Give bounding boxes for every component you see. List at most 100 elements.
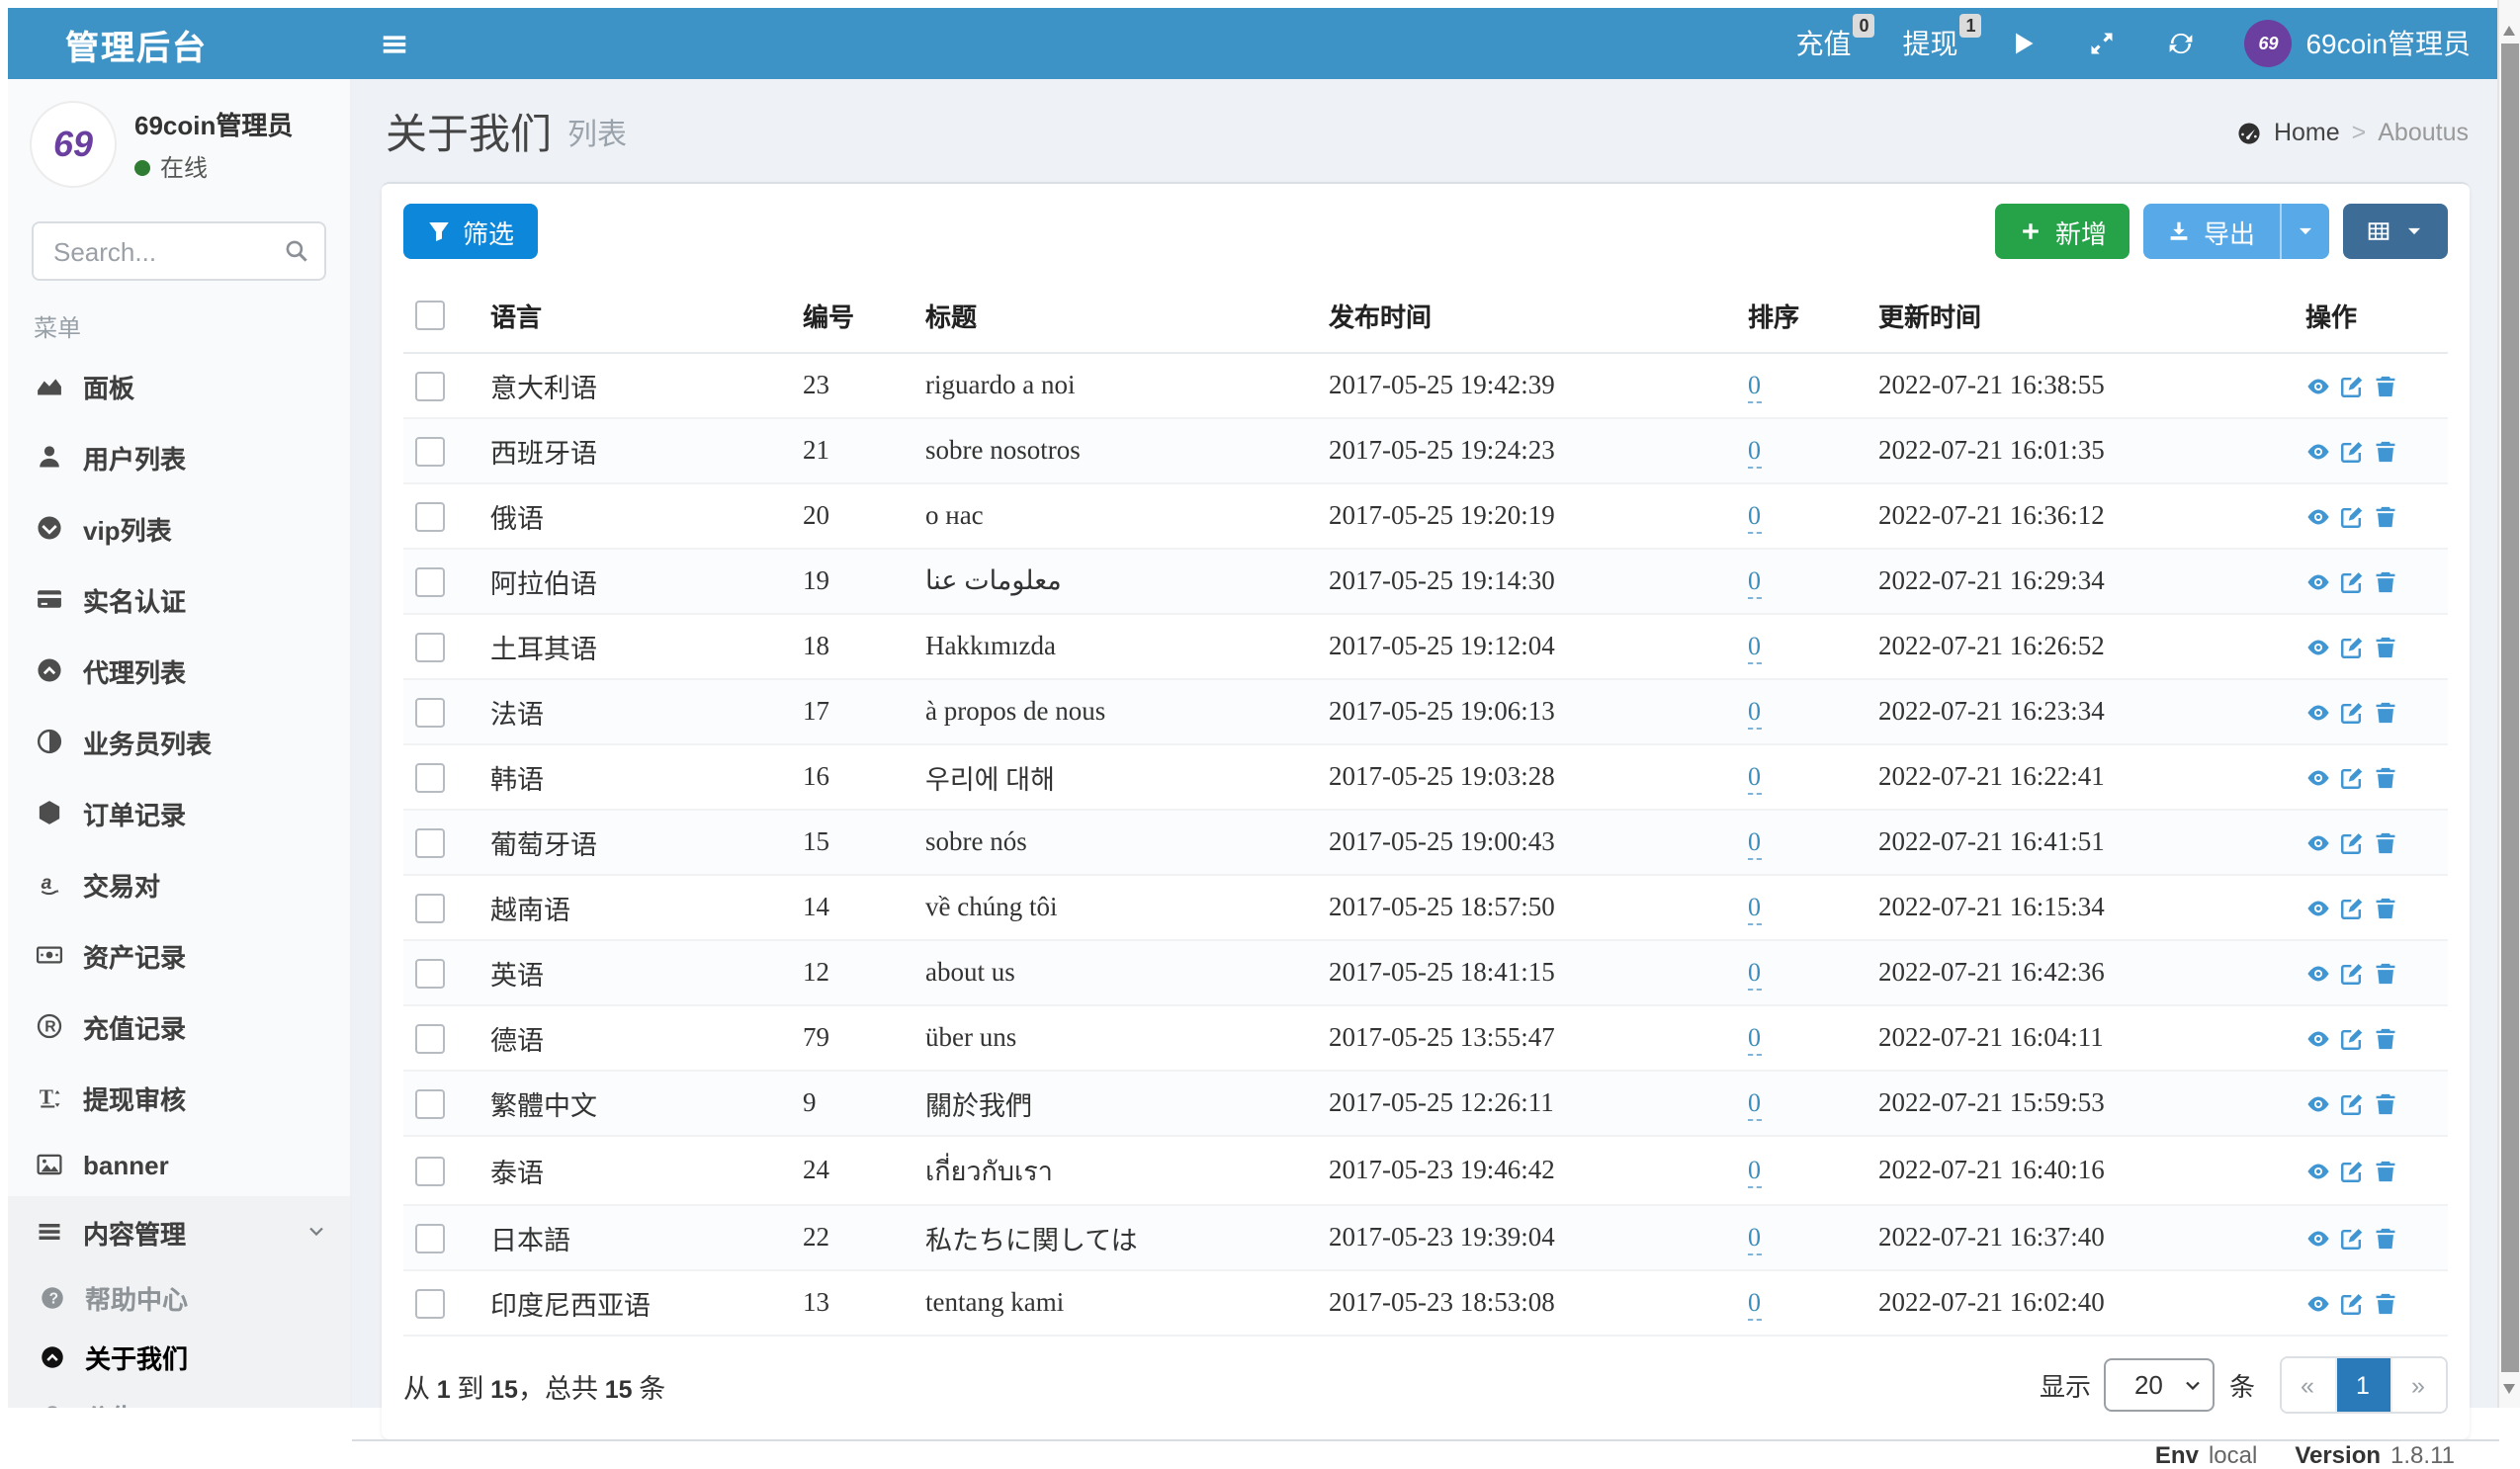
edit-button[interactable] (2339, 634, 2365, 659)
view-button[interactable] (2305, 895, 2331, 920)
delete-button[interactable] (2373, 1025, 2398, 1051)
row-checkbox[interactable] (415, 827, 445, 857)
delete-button[interactable] (2373, 503, 2398, 529)
filter-button[interactable]: 筛选 (403, 204, 539, 259)
sidebar-item-用户列表[interactable]: 用户列表 (8, 421, 350, 492)
play-button[interactable] (1983, 8, 2062, 79)
row-checkbox[interactable] (415, 1088, 445, 1118)
row-checkbox[interactable] (415, 1023, 445, 1053)
sidebar-item-内容管理[interactable]: 内容管理 (8, 1196, 350, 1267)
view-button[interactable] (2305, 829, 2331, 855)
delete-button[interactable] (2373, 438, 2398, 464)
view-button[interactable] (2305, 373, 2331, 398)
delete-button[interactable] (2373, 1090, 2398, 1116)
row-checkbox[interactable] (415, 566, 445, 596)
sidebar-item-订单记录[interactable]: 订单记录 (8, 777, 350, 848)
view-button[interactable] (2305, 699, 2331, 725)
row-checkbox[interactable] (415, 632, 445, 661)
view-button[interactable] (2305, 503, 2331, 529)
row-checkbox[interactable] (415, 762, 445, 792)
withdraw-menu-item[interactable]: 提现 1 (1876, 8, 1983, 79)
sort-value-link[interactable]: 0 (1748, 1087, 1761, 1121)
sidebar-item-banner[interactable]: banner (8, 1133, 350, 1196)
sort-value-link[interactable]: 0 (1748, 1222, 1761, 1255)
edit-button[interactable] (2339, 1025, 2365, 1051)
refresh-button[interactable] (2141, 8, 2220, 79)
sort-value-link[interactable]: 0 (1748, 500, 1761, 534)
fullscreen-button[interactable] (2062, 8, 2141, 79)
delete-button[interactable] (2373, 960, 2398, 986)
view-button[interactable] (2305, 1290, 2331, 1316)
sidebar-toggle-button[interactable] (352, 8, 435, 79)
pager-prev-button[interactable]: « (2281, 1358, 2336, 1412)
sort-value-link[interactable]: 0 (1748, 1287, 1761, 1321)
sort-value-link[interactable]: 0 (1748, 1022, 1761, 1056)
view-button[interactable] (2305, 568, 2331, 594)
columns-dropdown-button[interactable] (2342, 204, 2447, 259)
view-button[interactable] (2305, 634, 2331, 659)
pager-next-button[interactable]: » (2391, 1358, 2445, 1412)
view-button[interactable] (2305, 1158, 2331, 1183)
sort-value-link[interactable]: 0 (1748, 892, 1761, 925)
sidebar-item-关于我们[interactable]: 关于我们 (8, 1327, 350, 1386)
row-checkbox[interactable] (415, 1288, 445, 1318)
recharge-menu-item[interactable]: 充值 0 (1770, 8, 1876, 79)
delete-button[interactable] (2373, 829, 2398, 855)
sidebar-item-充值记录[interactable]: R 充值记录 (8, 991, 350, 1062)
row-checkbox[interactable] (415, 371, 445, 400)
view-button[interactable] (2305, 1090, 2331, 1116)
page-size-select[interactable]: 20 (2104, 1358, 2216, 1412)
sort-value-link[interactable]: 0 (1748, 826, 1761, 860)
edit-button[interactable] (2339, 764, 2365, 790)
delete-button[interactable] (2373, 568, 2398, 594)
select-all-checkbox[interactable] (415, 301, 445, 330)
sort-value-link[interactable]: 0 (1748, 696, 1761, 730)
edit-button[interactable] (2339, 1225, 2365, 1251)
row-checkbox[interactable] (415, 501, 445, 531)
delete-button[interactable] (2373, 895, 2398, 920)
scroll-down-arrow-icon[interactable] (2502, 1384, 2514, 1394)
view-button[interactable] (2305, 1025, 2331, 1051)
edit-button[interactable] (2339, 829, 2365, 855)
row-checkbox[interactable] (415, 697, 445, 727)
sort-value-link[interactable]: 0 (1748, 1155, 1761, 1188)
sort-value-link[interactable]: 0 (1748, 435, 1761, 469)
sidebar-item-提现审核[interactable]: T 提现审核 (8, 1062, 350, 1133)
scrollbar[interactable] (2496, 0, 2520, 1408)
edit-button[interactable] (2339, 1290, 2365, 1316)
row-checkbox[interactable] (415, 958, 445, 988)
row-checkbox[interactable] (415, 1156, 445, 1185)
sidebar-item-代理列表[interactable]: 代理列表 (8, 635, 350, 706)
edit-button[interactable] (2339, 1090, 2365, 1116)
delete-button[interactable] (2373, 373, 2398, 398)
sort-value-link[interactable]: 0 (1748, 761, 1761, 795)
view-button[interactable] (2305, 438, 2331, 464)
view-button[interactable] (2305, 1225, 2331, 1251)
delete-button[interactable] (2373, 1158, 2398, 1183)
view-button[interactable] (2305, 764, 2331, 790)
sidebar-item-交易对[interactable]: a 交易对 (8, 848, 350, 919)
sort-value-link[interactable]: 0 (1748, 957, 1761, 991)
edit-button[interactable] (2339, 895, 2365, 920)
sidebar-item-业务员列表[interactable]: 业务员列表 (8, 706, 350, 777)
delete-button[interactable] (2373, 764, 2398, 790)
sidebar-item-资产记录[interactable]: 资产记录 (8, 919, 350, 991)
row-checkbox[interactable] (415, 893, 445, 922)
edit-button[interactable] (2339, 373, 2365, 398)
scroll-up-arrow-icon[interactable] (2502, 26, 2514, 36)
sidebar-item-帮助中心[interactable]: ? 帮助中心 (8, 1267, 350, 1327)
edit-button[interactable] (2339, 438, 2365, 464)
user-menu[interactable]: 69 69coin管理员 (2220, 8, 2490, 79)
sidebar-item-公告[interactable]: 公告 (8, 1386, 350, 1408)
sidebar-item-实名认证[interactable]: 实名认证 (8, 563, 350, 635)
delete-button[interactable] (2373, 699, 2398, 725)
delete-button[interactable] (2373, 1290, 2398, 1316)
row-checkbox[interactable] (415, 436, 445, 466)
delete-button[interactable] (2373, 634, 2398, 659)
export-dropdown-button[interactable] (2279, 204, 2328, 259)
sidebar-item-vip列表[interactable]: vip列表 (8, 492, 350, 563)
sort-value-link[interactable]: 0 (1748, 565, 1761, 599)
scrollbar-thumb[interactable] (2500, 43, 2518, 1372)
pager-page-1-button[interactable]: 1 (2336, 1358, 2391, 1412)
edit-button[interactable] (2339, 503, 2365, 529)
